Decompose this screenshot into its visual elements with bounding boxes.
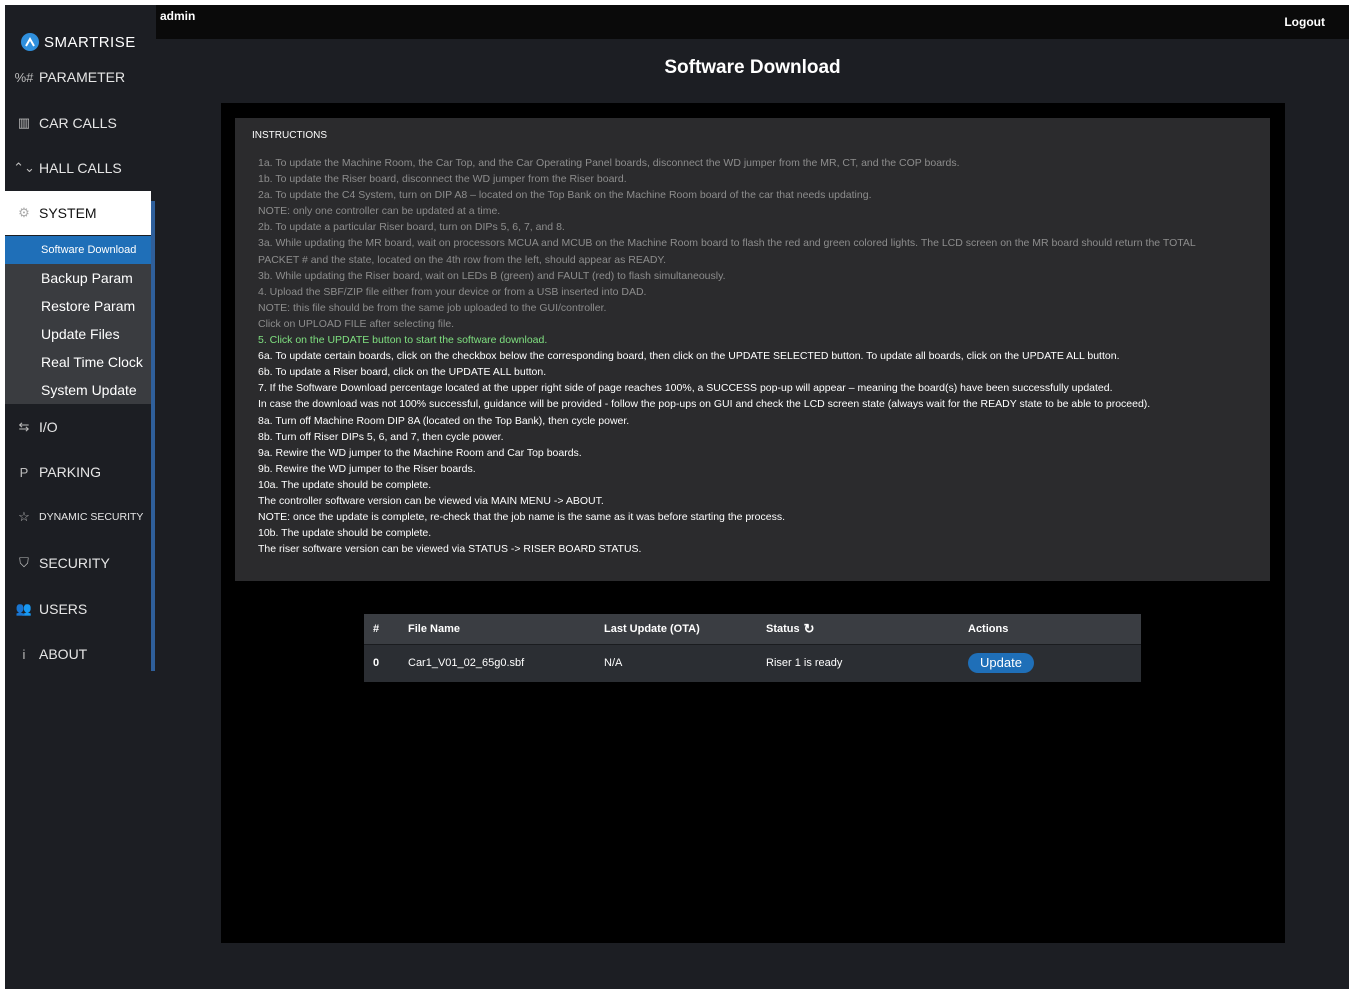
sidebar-item-label: I/O bbox=[39, 419, 58, 435]
sidebar-item-system[interactable]: ⚙ SYSTEM bbox=[5, 191, 151, 235]
page-title: Software Download bbox=[664, 57, 841, 78]
shield-icon: ⛉ bbox=[19, 555, 29, 570]
instruction-line: 10b. The update should be complete. bbox=[258, 527, 432, 540]
instruction-line: NOTE: only one controller can be updated… bbox=[258, 205, 501, 218]
star-icon: ☆ bbox=[18, 509, 30, 524]
status-header-label: Status bbox=[766, 622, 800, 635]
sidebar-item-label: SYSTEM bbox=[39, 205, 97, 221]
instruction-line: The riser software version can be viewed… bbox=[258, 543, 642, 556]
sidebar-item-about[interactable]: i ABOUT bbox=[5, 632, 151, 676]
cell-file-name: Car1_V01_02_65g0.sbf bbox=[399, 643, 595, 682]
sidebar-subitem-real-time-clock[interactable]: Real Time Clock bbox=[5, 348, 151, 376]
instruction-line: 9b. Rewire the WD jumper to the Riser bo… bbox=[258, 462, 476, 475]
instruction-line: 3a. While updating the MR board, wait on… bbox=[258, 237, 1196, 250]
col-last-update-header: Last Update (OTA) bbox=[595, 614, 757, 644]
file-table: # File Name Last Update (OTA) Status ↻ Ac… bbox=[364, 614, 1141, 682]
sidebar-item-label: USERS bbox=[39, 601, 88, 617]
gear-icon: ⚙ bbox=[18, 205, 30, 220]
cell-status: Riser 1 is ready bbox=[757, 643, 959, 682]
instruction-line: Click on UPLOAD FILE after selecting fil… bbox=[258, 317, 455, 330]
instruction-line: 8a. Turn off Machine Room DIP 8A (locate… bbox=[258, 414, 630, 427]
sidebar-item-users[interactable]: 👥 USERS bbox=[5, 587, 151, 631]
col-actions-header: Actions bbox=[959, 614, 1141, 644]
instructions-box: INSTRUCTIONS 1a. To update the Machine R… bbox=[235, 118, 1270, 581]
sidebar-item-label: DYNAMIC SECURITY bbox=[39, 511, 144, 523]
parking-icon: P bbox=[19, 464, 29, 480]
sidebar-item-car-calls[interactable]: ▥ CAR CALLS bbox=[5, 101, 151, 145]
logo: SMARTRISE bbox=[21, 33, 136, 51]
info-icon: i bbox=[22, 646, 26, 662]
col-status-header: Status ↻ bbox=[757, 614, 959, 644]
instruction-line: 1b. To update the Riser board, disconnec… bbox=[258, 173, 627, 186]
sidebar-item-label: PARKING bbox=[39, 464, 101, 480]
sidebar-item-security[interactable]: ⛉ SECURITY bbox=[5, 541, 151, 585]
sidebar-subitem-backup-param[interactable]: Backup Param bbox=[5, 264, 151, 292]
main-panel: INSTRUCTIONS 1a. To update the Machine R… bbox=[221, 103, 1285, 943]
app-window: admin Logout SMARTRISE %# PARAMETER ▥ CA… bbox=[5, 5, 1349, 989]
sidebar-item-label: ABOUT bbox=[39, 646, 88, 662]
car-calls-icon: ▥ bbox=[17, 115, 31, 130]
sidebar-item-dynamic-security[interactable]: ☆ DYNAMIC SECURITY bbox=[5, 495, 151, 539]
update-button[interactable]: Update bbox=[968, 653, 1034, 674]
cell-index: 0 bbox=[364, 643, 399, 682]
sidebar-subitem-update-files[interactable]: Update Files bbox=[5, 320, 151, 348]
users-icon: 👥 bbox=[15, 601, 33, 616]
col-file-name-header: File Name bbox=[399, 614, 595, 644]
instruction-line: 2a. To update the C4 System, turn on DIP… bbox=[258, 189, 872, 202]
instruction-line: 10a. The update should be complete. bbox=[258, 478, 432, 491]
instruction-line: 8b. Turn off Riser DIPs 5, 6, and 7, the… bbox=[258, 430, 504, 443]
instruction-line: 6b. To update a Riser board, click on th… bbox=[258, 366, 547, 379]
instruction-line: In case the download was not 100% succes… bbox=[258, 398, 1151, 411]
sidebar: SMARTRISE %# PARAMETER ▥ CAR CALLS ⌃⌄ HA… bbox=[5, 5, 156, 979]
sidebar-item-label: HALL CALLS bbox=[39, 160, 122, 176]
smartrise-logo-icon bbox=[21, 33, 39, 51]
instruction-line: NOTE: once the update is complete, re-ch… bbox=[258, 511, 786, 524]
col-index-header: # bbox=[364, 614, 399, 644]
instructions-title: INSTRUCTIONS bbox=[252, 130, 327, 141]
instruction-line: 9a. Rewire the WD jumper to the Machine … bbox=[258, 446, 582, 459]
user-name: admin bbox=[160, 9, 196, 23]
cell-actions: Update bbox=[959, 643, 1141, 682]
instruction-line: 2b. To update a particular Riser board, … bbox=[258, 221, 565, 234]
sidebar-item-parking[interactable]: P PARKING bbox=[5, 450, 151, 494]
logout-link[interactable]: Logout bbox=[1284, 15, 1325, 29]
sidebar-item-parameter[interactable]: %# PARAMETER bbox=[5, 55, 151, 99]
instructions-list: 1a. To update the Machine Room, the Car … bbox=[252, 155, 1253, 557]
sidebar-subitem-restore-param[interactable]: Restore Param bbox=[5, 292, 151, 320]
hall-calls-icon: ⌃⌄ bbox=[13, 160, 35, 175]
sidebar-item-label: CAR CALLS bbox=[39, 115, 117, 131]
sidebar-item-label: PARAMETER bbox=[39, 69, 126, 85]
cell-last-update: N/A bbox=[595, 643, 757, 682]
table-header-row: # File Name Last Update (OTA) Status ↻ Ac… bbox=[364, 614, 1141, 644]
instruction-line: PACKET # and the state, located on the 4… bbox=[258, 253, 666, 266]
sidebar-item-label: SECURITY bbox=[39, 555, 110, 571]
sidebar-subitem-system-update[interactable]: System Update bbox=[5, 376, 151, 404]
instruction-line: 3b. While updating the Riser board, wait… bbox=[258, 269, 726, 282]
instruction-line: 5. Click on the UPDATE button to start t… bbox=[258, 334, 548, 347]
sidebar-scrollbar[interactable] bbox=[151, 201, 155, 671]
instruction-line: 1a. To update the Machine Room, the Car … bbox=[258, 157, 960, 169]
io-arrows-icon: ⇆ bbox=[18, 419, 30, 434]
instruction-line: 6a. To update certain boards, click on t… bbox=[258, 350, 1120, 363]
instruction-line: NOTE: this file should be from the same … bbox=[258, 301, 607, 314]
parameter-icon: %# bbox=[14, 69, 34, 85]
refresh-icon[interactable]: ↻ bbox=[804, 621, 815, 637]
instruction-line: 4. Upload the SBF/ZIP file either from y… bbox=[258, 285, 647, 298]
sidebar-item-hall-calls[interactable]: ⌃⌄ HALL CALLS bbox=[5, 146, 151, 190]
instruction-line: The controller software version can be v… bbox=[258, 494, 604, 507]
instruction-line: 7. If the Software Download percentage l… bbox=[258, 382, 1113, 395]
brand-name: SMARTRISE bbox=[44, 33, 136, 51]
sidebar-subitem-software-download[interactable]: Software Download bbox=[5, 236, 151, 264]
table-row: 0 Car1_V01_02_65g0.sbf N/A Riser 1 is re… bbox=[364, 643, 1141, 682]
sidebar-item-io[interactable]: ⇆ I/O bbox=[5, 405, 151, 449]
top-bar: admin Logout bbox=[5, 5, 1349, 39]
